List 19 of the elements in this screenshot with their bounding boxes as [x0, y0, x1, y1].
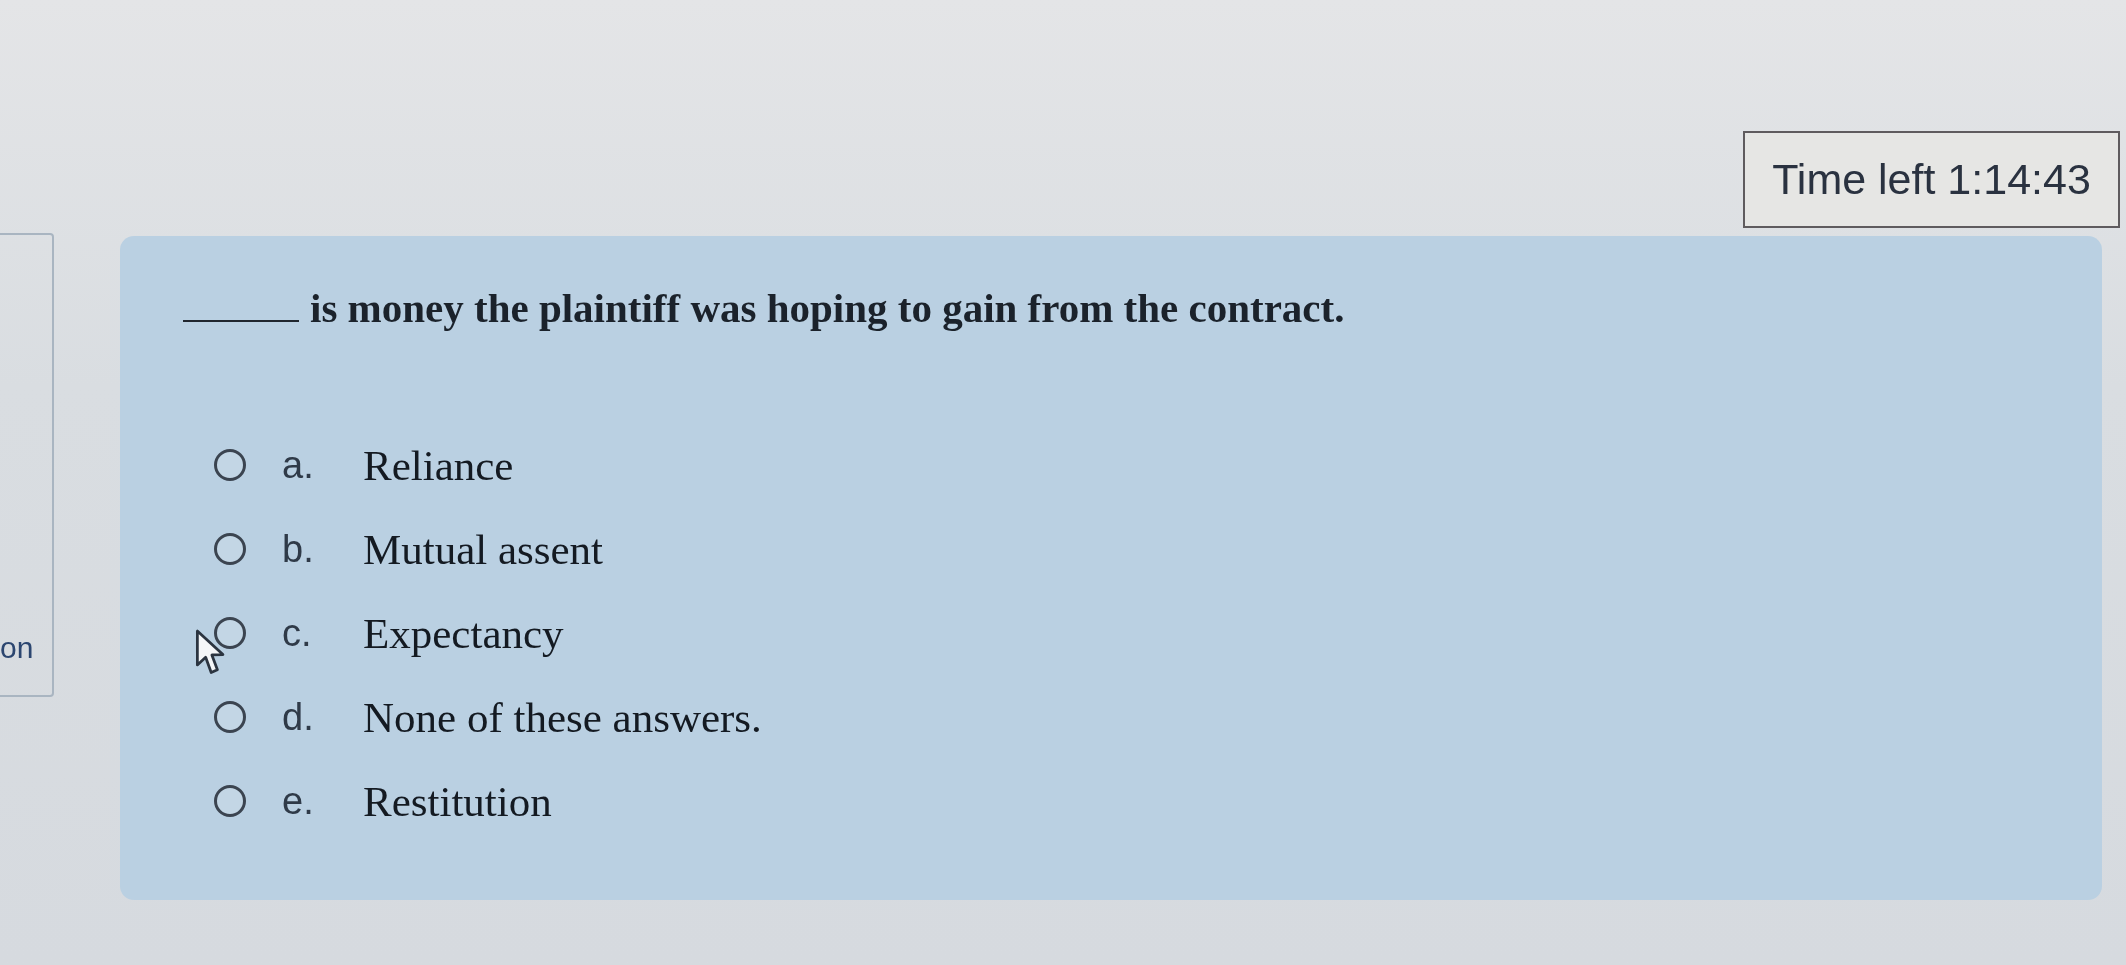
radio-button[interactable] — [214, 533, 246, 565]
answer-option-label[interactable]: Expectancy — [363, 608, 564, 658]
radio-button[interactable] — [214, 701, 246, 733]
side-panel-text: on — [0, 633, 34, 663]
radio-button[interactable] — [214, 785, 246, 817]
radio-button[interactable] — [214, 617, 246, 649]
radio-button[interactable] — [214, 449, 246, 481]
option-letter: c. — [282, 611, 313, 655]
mouse-pointer-icon — [195, 629, 226, 676]
time-left-timer: Time left 1:14:43 — [1743, 131, 2120, 228]
option-letter: b. — [282, 527, 315, 571]
answer-option-label[interactable]: Restitution — [363, 776, 552, 826]
answer-option-label[interactable]: None of these answers. — [363, 692, 762, 742]
question-text: is money the plaintiff was hoping to gain from the contract. — [310, 284, 1345, 332]
answer-option-label[interactable]: Mutual assent — [363, 524, 604, 574]
option-letter: d. — [282, 695, 315, 739]
answer-option-label[interactable]: Reliance — [363, 440, 514, 490]
option-letter: e. — [282, 779, 315, 823]
option-letter: a. — [282, 443, 315, 487]
